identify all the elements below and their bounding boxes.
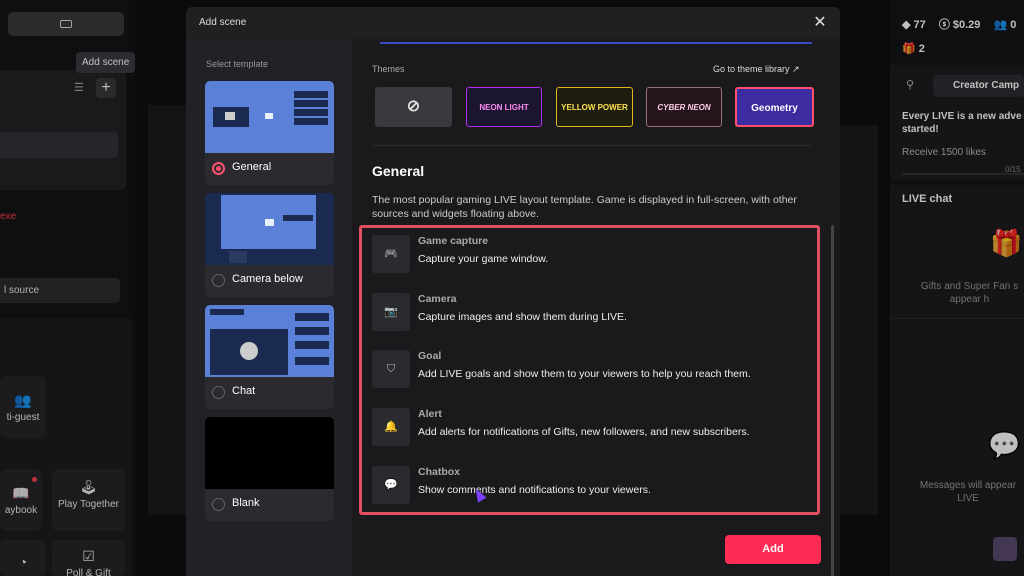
source-name: Game capture: [418, 235, 489, 247]
section-title: General: [372, 163, 425, 179]
template-label: Blank: [232, 497, 260, 509]
scroll-indicator-line: [380, 42, 812, 44]
source-desc: Capture your game window.: [418, 253, 549, 265]
source-desc: Capture images and show them during LIVE…: [418, 311, 627, 323]
theme-neon-light[interactable]: NEON LIGHT: [466, 87, 542, 127]
template-chat[interactable]: Chat: [205, 305, 334, 409]
section-description: The most popular gaming LIVE layout temp…: [372, 194, 797, 220]
radio-selected[interactable]: [212, 162, 225, 175]
template-label: General: [232, 161, 272, 173]
camera-icon: 📷: [372, 293, 410, 331]
close-icon[interactable]: ✕: [810, 13, 830, 33]
blank-thumbnail: [205, 417, 334, 489]
bell-icon: 🔔: [372, 408, 410, 446]
select-template-label: Select template: [206, 59, 269, 69]
shield-icon: ⛉: [372, 350, 410, 388]
source-name: Camera: [418, 293, 457, 305]
source-name: Alert: [418, 408, 442, 420]
radio-unselected[interactable]: [212, 498, 225, 511]
scrollbar[interactable]: [831, 225, 834, 576]
gamepad-icon: 🎮: [372, 235, 410, 273]
source-desc: Add LIVE goals and show them to your vie…: [418, 368, 751, 380]
source-item-goal: ⛉ Goal Add LIVE goals and show them to y…: [372, 350, 802, 390]
dialog-title: Add scene: [199, 17, 247, 28]
chat-thumbnail: [205, 305, 334, 377]
chat-icon: 💬: [372, 466, 410, 504]
source-name: Goal: [418, 350, 442, 362]
source-name: Chatbox: [418, 466, 460, 478]
source-item-camera: 📷 Camera Capture images and show them du…: [372, 293, 802, 333]
camera-below-thumbnail: [205, 193, 334, 265]
template-label: Camera below: [232, 273, 303, 285]
theme-none[interactable]: ⊘: [375, 87, 452, 127]
radio-unselected[interactable]: [212, 386, 225, 399]
radio-unselected[interactable]: [212, 274, 225, 287]
dialog-header: Add scene ✕: [186, 7, 840, 39]
theme-geometry[interactable]: Geometry: [735, 87, 814, 127]
theme-library-link[interactable]: Go to theme library ↗: [713, 64, 800, 75]
general-thumbnail: [205, 81, 334, 153]
themes-label: Themes: [372, 64, 405, 74]
theme-yellow-power[interactable]: YELLOW POWER: [556, 87, 633, 127]
source-item-game-capture: 🎮 Game capture Capture your game window.: [372, 235, 802, 275]
source-item-chatbox: 💬 Chatbox Show comments and notification…: [372, 466, 802, 506]
divider: [372, 145, 812, 146]
source-desc: Show comments and notifications to your …: [418, 484, 651, 496]
template-blank[interactable]: Blank: [205, 417, 334, 521]
template-label: Chat: [232, 385, 256, 397]
template-camera-below[interactable]: Camera below: [205, 193, 334, 297]
add-button[interactable]: Add: [725, 535, 821, 564]
source-item-alert: 🔔 Alert Add alerts for notifications of …: [372, 408, 802, 448]
template-general[interactable]: General: [205, 81, 334, 185]
source-desc: Add alerts for notifications of Gifts, n…: [418, 426, 750, 438]
theme-cyber-neon[interactable]: CYBER NEON: [646, 87, 722, 127]
